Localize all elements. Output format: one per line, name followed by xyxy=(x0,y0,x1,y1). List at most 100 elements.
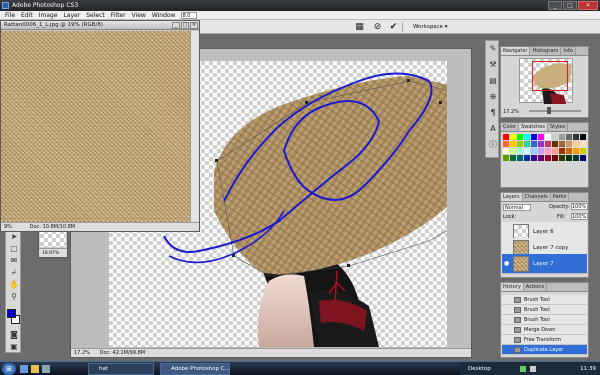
color-swatch[interactable] xyxy=(524,134,530,140)
explorer-icon[interactable] xyxy=(31,365,39,373)
color-swatch[interactable] xyxy=(510,134,516,140)
maximize-button[interactable]: □ xyxy=(563,1,577,10)
eyedropper-tool-icon[interactable]: ⌿ xyxy=(8,267,20,278)
close-button[interactable]: ✕ xyxy=(578,1,598,10)
quick-mask-icon[interactable]: ◙ xyxy=(8,329,20,340)
tab-layers[interactable]: Layers xyxy=(501,193,523,201)
minimized-document-window[interactable]: 18.97% xyxy=(38,228,68,258)
texture-document-window[interactable]: Rattan0006_1_L.jpg @ 19% (RGB/8) _ □ × 9… xyxy=(0,20,200,232)
tab-swatches[interactable]: Swatches xyxy=(519,123,548,131)
layer-row-selected[interactable]: ● Layer 7 xyxy=(502,254,587,274)
color-swatch[interactable] xyxy=(503,155,509,161)
color-swatch[interactable] xyxy=(559,148,565,154)
tab-color[interactable]: Color xyxy=(501,123,520,131)
color-swatch[interactable] xyxy=(552,141,558,147)
menu-select[interactable]: Select xyxy=(83,11,108,20)
network-icon[interactable] xyxy=(520,366,526,372)
taskbar-button-hat[interactable]: hat xyxy=(88,363,154,375)
tab-channels[interactable]: Channels xyxy=(523,193,551,201)
visibility-eye-icon[interactable] xyxy=(504,228,510,235)
cancel-transform-icon[interactable]: ⊘ xyxy=(372,22,383,32)
color-swatch[interactable] xyxy=(545,134,551,140)
menu-zoom-field[interactable]: 8.0 xyxy=(180,11,197,19)
menu-filter[interactable]: Filter xyxy=(108,11,129,20)
color-swatch[interactable] xyxy=(573,134,579,140)
doc-minimize-button[interactable]: _ xyxy=(172,22,180,29)
warp-mode-icon[interactable]: ▦ xyxy=(354,22,365,32)
color-swatch[interactable] xyxy=(566,134,572,140)
menu-layer[interactable]: Layer xyxy=(60,11,83,20)
color-swatch[interactable] xyxy=(524,148,530,154)
history-step[interactable]: Free Transform xyxy=(502,335,587,345)
color-swatch[interactable] xyxy=(517,155,523,161)
texture-doc-titlebar[interactable]: Rattan0006_1_L.jpg @ 19% (RGB/8) _ □ × xyxy=(1,21,199,30)
color-swatch[interactable] xyxy=(559,155,565,161)
menu-edit[interactable]: Edit xyxy=(18,11,36,20)
clone-source-icon[interactable]: ⊕ xyxy=(487,91,499,102)
foreground-color-swatch[interactable] xyxy=(7,309,16,318)
color-swatch[interactable] xyxy=(559,141,565,147)
color-swatch[interactable] xyxy=(573,148,579,154)
navigator-zoom-slider[interactable] xyxy=(529,107,581,114)
color-swatch[interactable] xyxy=(566,148,572,154)
menu-window[interactable]: Window xyxy=(149,11,179,20)
color-swatch[interactable] xyxy=(545,155,551,161)
volume-icon[interactable] xyxy=(530,366,536,372)
color-swatch[interactable] xyxy=(538,155,544,161)
paragraph-panel-icon[interactable]: ¶ xyxy=(487,107,499,118)
color-swatch[interactable] xyxy=(545,141,551,147)
color-swatch[interactable] xyxy=(517,141,523,147)
color-swatch[interactable] xyxy=(559,134,565,140)
color-swatch[interactable] xyxy=(517,134,523,140)
blend-mode-select[interactable]: Normal xyxy=(503,204,531,211)
color-swatch[interactable] xyxy=(552,148,558,154)
color-swatch[interactable] xyxy=(580,155,586,161)
tab-styles[interactable]: Styles xyxy=(548,123,569,131)
opacity-field[interactable]: 100% xyxy=(571,203,588,210)
history-step-selected[interactable]: Duplicate Layer xyxy=(502,345,587,355)
color-swatch[interactable] xyxy=(552,155,558,161)
history-step[interactable]: Merge Down xyxy=(502,325,587,335)
character-panel-icon[interactable]: A xyxy=(487,123,499,134)
tab-history[interactable]: History xyxy=(501,283,524,291)
hand-tool-icon[interactable]: ✋ xyxy=(8,279,20,290)
color-swatch[interactable] xyxy=(566,155,572,161)
navigator-thumbnail[interactable] xyxy=(519,58,573,104)
color-swatch[interactable] xyxy=(580,134,586,140)
color-swatch[interactable] xyxy=(531,134,537,140)
color-swatch[interactable] xyxy=(510,148,516,154)
texture-vertical-scrollbar[interactable] xyxy=(190,31,199,223)
color-swatch[interactable] xyxy=(538,134,544,140)
history-step[interactable]: Brush Tool xyxy=(502,315,587,325)
start-button[interactable]: ⊞ xyxy=(2,363,16,375)
tab-navigator[interactable]: Navigator xyxy=(501,47,531,55)
color-swatch[interactable] xyxy=(538,141,544,147)
ie-icon[interactable] xyxy=(20,365,28,373)
notes-tool-icon[interactable]: ✉ xyxy=(8,255,20,266)
main-doc-zoom[interactable]: 17.2% xyxy=(74,349,98,358)
navigator-view-box[interactable] xyxy=(532,61,568,91)
color-swatch[interactable] xyxy=(510,141,516,147)
color-swatch[interactable] xyxy=(545,148,551,154)
texture-doc-zoom[interactable]: 9% xyxy=(4,223,28,232)
color-swatch[interactable] xyxy=(566,141,572,147)
workspace-menu[interactable]: Workspace ▾ xyxy=(410,22,451,32)
menu-file[interactable]: File xyxy=(2,11,18,20)
color-swatch[interactable] xyxy=(517,148,523,154)
color-swatch[interactable] xyxy=(531,155,537,161)
color-swatch[interactable] xyxy=(580,148,586,154)
tab-paths[interactable]: Paths xyxy=(551,193,570,201)
color-swatch[interactable] xyxy=(552,134,558,140)
minimize-button[interactable]: _ xyxy=(548,1,562,10)
menu-view[interactable]: View xyxy=(129,11,149,20)
zoom-tool-icon[interactable]: ⚲ xyxy=(8,291,20,302)
path-select-icon[interactable]: ➤ xyxy=(8,231,20,242)
fill-field[interactable]: 100% xyxy=(571,213,588,220)
color-swatch[interactable] xyxy=(524,141,530,147)
doc-maximize-button[interactable]: □ xyxy=(181,22,189,29)
color-swatch[interactable] xyxy=(503,148,509,154)
visibility-eye-icon[interactable] xyxy=(504,244,510,251)
tab-info[interactable]: Info xyxy=(561,47,576,55)
color-swatch[interactable] xyxy=(510,155,516,161)
shape-tool-icon[interactable]: ▢ xyxy=(8,243,20,254)
